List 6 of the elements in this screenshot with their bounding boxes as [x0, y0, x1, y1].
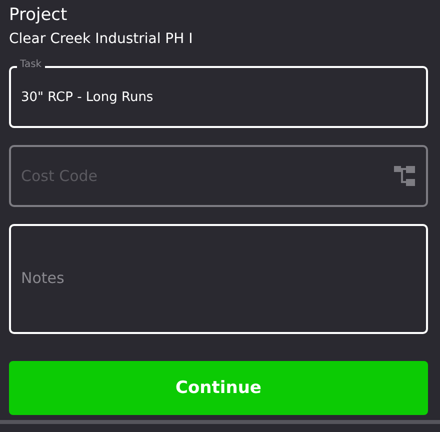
field-label: Task	[17, 59, 45, 71]
section-title: Project	[9, 4, 68, 26]
notes-field[interactable]: Notes	[9, 224, 428, 334]
continue-button[interactable]: Continue	[9, 361, 428, 415]
input-field[interactable]: 30" RCP - Long Runs	[9, 66, 428, 128]
project-name: Clear Creek Industrial PH I	[9, 30, 193, 49]
